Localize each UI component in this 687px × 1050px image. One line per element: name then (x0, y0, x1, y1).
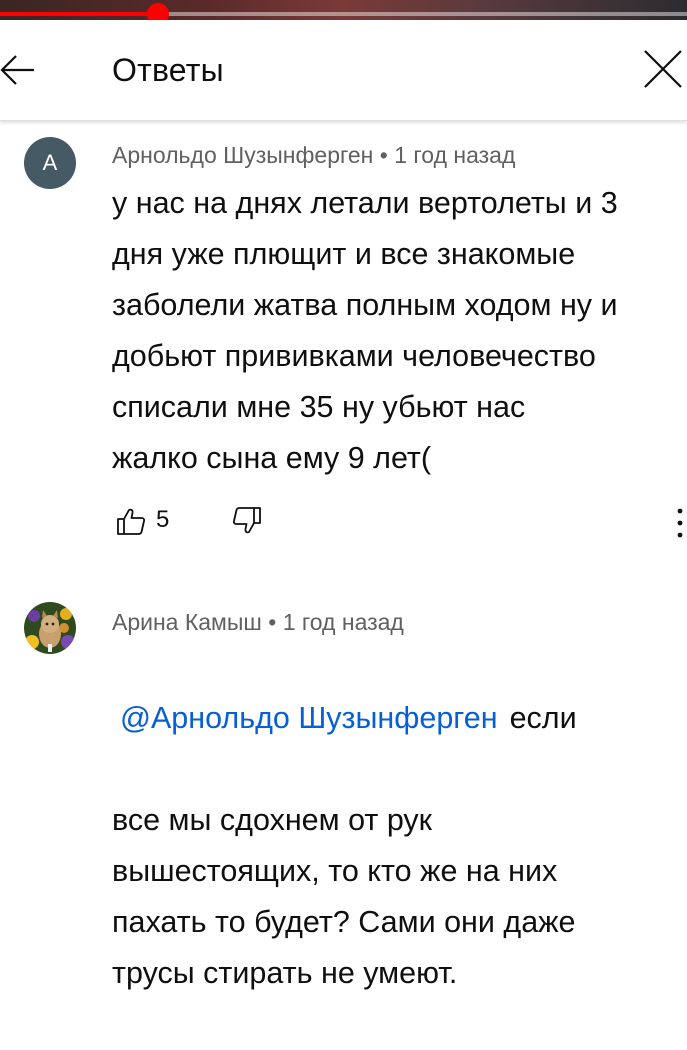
close-button[interactable] (640, 46, 686, 92)
more-options-button[interactable] (673, 506, 687, 540)
comment-first-line: @Арнольдо Шузынферген если (112, 693, 682, 744)
comment-actions: 5 (112, 506, 687, 546)
thumbs-down-icon (232, 507, 261, 534)
comment-author[interactable]: Арнольдо Шузынферген (112, 142, 373, 168)
dislike-button[interactable] (232, 506, 262, 536)
page-title: Ответы (112, 52, 224, 88)
close-icon (644, 50, 682, 88)
video-player-strip[interactable] (0, 0, 687, 25)
avatar[interactable]: А (24, 137, 76, 189)
comment-author[interactable]: Арина Камыш (112, 609, 262, 635)
comment-meta: Арина Камыш • 1 год назад (112, 609, 404, 636)
replies-header: Ответы (0, 20, 687, 121)
progress-fill (0, 12, 158, 16)
comment-body: все мы сдохнем от рук вышестоящих, то кт… (112, 803, 576, 990)
cat-photo-avatar (24, 602, 76, 654)
comment-time: 1 год назад (282, 609, 404, 635)
more-vertical-icon (677, 508, 683, 538)
comment-first-line-text: если (509, 701, 577, 735)
meta-separator: • (379, 142, 388, 168)
comment-text: @Арнольдо Шузынферген если все мы сдохнем… (112, 642, 682, 1050)
comment-text: у нас на днях летали вертолеты и 3 дня у… (112, 186, 618, 475)
comment-time: 1 год назад (394, 142, 516, 168)
back-button[interactable] (0, 50, 40, 90)
comment-meta: Арнольдо Шузынферген • 1 год назад (112, 142, 515, 169)
mention-link[interactable]: @Арнольдо Шузынферген (120, 701, 498, 735)
avatar[interactable] (24, 602, 76, 654)
arrow-left-icon (0, 55, 34, 85)
like-count: 5 (156, 506, 170, 533)
thumbs-up-icon (117, 508, 146, 535)
like-button[interactable] (116, 506, 146, 536)
meta-separator: • (268, 609, 277, 635)
